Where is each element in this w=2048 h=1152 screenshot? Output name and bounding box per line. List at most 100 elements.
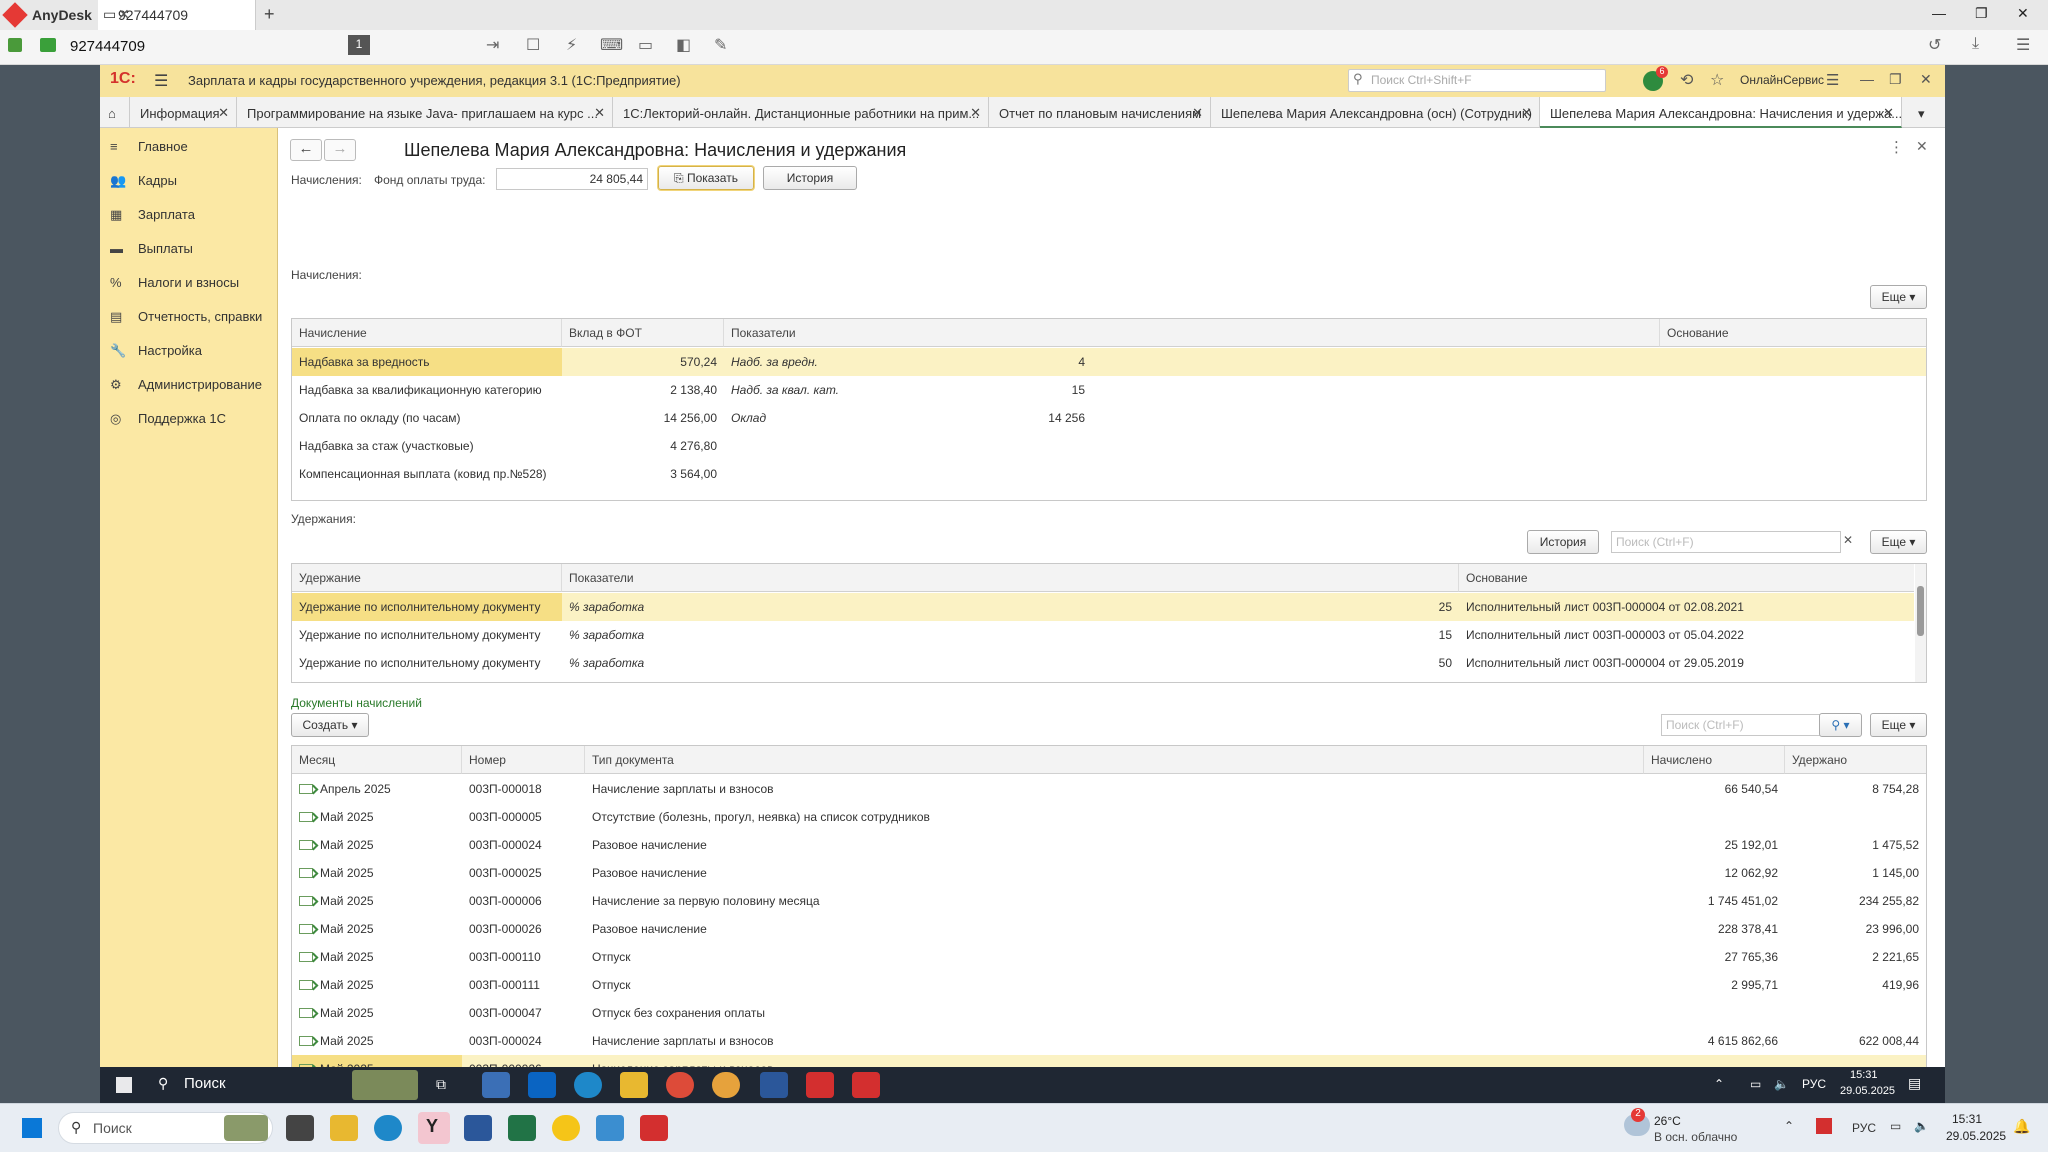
global-search-input[interactable]: Поиск Ctrl+Shift+F (1348, 69, 1606, 92)
network-icon[interactable]: ▭ (1890, 1119, 1901, 1133)
col-header[interactable]: Удержание (292, 564, 562, 592)
volume-icon[interactable]: 🔈 (1914, 1119, 1929, 1133)
back-arrow-icon[interactable]: ← (290, 139, 322, 161)
col-header[interactable]: Удержано (1785, 746, 1926, 774)
more-button[interactable]: Еще ▾ (1870, 285, 1927, 309)
taskbar-search[interactable]: Поиск (184, 1075, 226, 1092)
folder-icon[interactable] (330, 1115, 358, 1141)
download-icon[interactable]: ⤓ (1972, 35, 1979, 53)
col-header[interactable]: Основание (1459, 564, 1914, 592)
table-row[interactable]: Удержание по исполнительному документу % … (292, 621, 1914, 649)
more-button-2[interactable]: Еще ▾ (1870, 530, 1927, 554)
taskbar-widget-image[interactable] (352, 1070, 418, 1100)
onec-app-icon[interactable] (712, 1072, 740, 1098)
fot-value-field[interactable]: 24 805,44 (496, 168, 648, 190)
tray-chevron-icon[interactable]: ⌃ (1784, 1119, 1794, 1133)
file-transfer-icon[interactable]: ⇥ (486, 35, 499, 55)
minimize-icon[interactable]: — (1860, 71, 1874, 87)
close-icon[interactable]: ✕ (1920, 71, 1932, 88)
onec-menu-icon[interactable]: ☰ (154, 71, 168, 91)
online-service-link[interactable]: ОнлайнСервис (1740, 73, 1824, 87)
table-row[interactable]: Май 2025 003П-000006 Начисление за первую … (292, 887, 1926, 915)
clear-search-icon[interactable]: ✕ (1843, 533, 1853, 547)
close-tab-icon[interactable]: ✕ (594, 105, 605, 121)
search-options-button[interactable]: ⚲ ▾ (1819, 713, 1862, 737)
history-icon[interactable]: ↺ (1928, 35, 1941, 55)
create-button[interactable]: Создать ▾ (291, 713, 369, 737)
history-button[interactable]: История (763, 166, 857, 190)
display-icon[interactable]: ▭ (638, 35, 653, 55)
table-row[interactable]: Надбавка за квалификационную категорию 2 … (292, 376, 1926, 404)
menu-icon[interactable]: ☰ (2016, 35, 2030, 55)
close-icon[interactable]: ✕ (2017, 5, 2029, 22)
notifications-bell-icon[interactable]: 🔔 (2013, 1118, 2030, 1135)
folder-icon[interactable] (620, 1072, 648, 1098)
sidebar-item-salary[interactable]: ▦ Зарплата (110, 207, 195, 237)
keyboard-icon[interactable]: ⌨ (600, 35, 623, 55)
table-row[interactable]: Май 2025 003П-000025 Разовое начисление 12 … (292, 859, 1926, 887)
remote-desktop-icon[interactable] (596, 1115, 624, 1141)
table-row[interactable]: Апрель 2025 003П-000018 Начисление зарплат… (292, 775, 1926, 803)
anydesk-tray-icon[interactable] (1816, 1118, 1832, 1134)
col-header[interactable]: Показатели (724, 319, 1660, 347)
tab-employee[interactable]: Шепелева Мария Александровна (осн) (Сотр… (1211, 97, 1540, 128)
close-tab-icon[interactable]: ✕ (118, 6, 247, 23)
scrollbar-thumb[interactable] (1917, 586, 1924, 636)
tab-planned-report[interactable]: Отчет по плановым начислениям ✕ (989, 97, 1211, 128)
clock-date[interactable]: 29.05.2025 (1946, 1129, 2006, 1143)
show-button[interactable]: ⎘ Показать (658, 166, 754, 190)
pen-icon[interactable]: ✎ (714, 35, 727, 55)
minimize-icon[interactable]: — (1932, 5, 1946, 21)
more-vert-icon[interactable]: ⋮ (1889, 138, 1904, 156)
chrome-icon[interactable] (666, 1072, 694, 1098)
windows-start-icon[interactable] (116, 1077, 132, 1093)
edge-icon[interactable] (374, 1115, 402, 1141)
tab-information[interactable]: Информация ✕ (130, 97, 237, 128)
deductions-search-input[interactable]: Поиск (Ctrl+F) (1611, 531, 1841, 553)
documents-link[interactable]: Документы начислений (291, 696, 422, 710)
col-header[interactable]: Показатели (562, 564, 1459, 592)
chat-icon[interactable]: ☐ (526, 35, 540, 55)
sidebar-item-support[interactable]: ◎ Поддержка 1С (110, 411, 226, 441)
col-header[interactable]: Тип документа (585, 746, 1644, 774)
address-field[interactable]: 927444709 (70, 38, 145, 55)
network-icon[interactable]: ▭ (1750, 1077, 1761, 1091)
sidebar-item-reports[interactable]: ▤ Отчетность, справки (110, 309, 262, 339)
table-row[interactable]: Оплата по окладу (по часам) 14 256,00 Окла… (292, 404, 1926, 432)
restore-icon[interactable]: ❐ (1889, 71, 1902, 88)
documents-search-input[interactable]: Поиск (Ctrl+F) (1661, 714, 1841, 736)
word-icon[interactable] (464, 1115, 492, 1141)
task-view-icon[interactable]: ⧉ (432, 1072, 460, 1098)
close-tab-icon[interactable]: ✕ (1883, 105, 1894, 121)
tray-chevron-icon[interactable]: ⌃ (1714, 1077, 1724, 1091)
tab-accruals-deductions[interactable]: Шепелева Мария Александровна: Начисления… (1540, 97, 1902, 128)
forward-arrow-icon[interactable]: → (324, 139, 356, 161)
table-row[interactable]: Удержание по исполнительному документу % … (292, 593, 1914, 621)
col-header[interactable]: Начислено (1644, 746, 1785, 774)
col-header[interactable]: Вклад в ФОТ (562, 319, 724, 347)
table-row[interactable]: Май 2025 003П-000024 Начисление зарплаты и… (292, 1027, 1926, 1055)
table-row[interactable]: Надбавка за стаж (участковые) 4 276,80 (292, 432, 1926, 460)
clock-time[interactable]: 15:31 (1952, 1112, 1982, 1126)
table-row[interactable]: Май 2025 003П-000005 Отсутствие (болезнь, … (292, 803, 1926, 831)
close-form-icon[interactable]: ✕ (1916, 138, 1928, 155)
sidebar-item-admin[interactable]: ⚙ Администрирование (110, 377, 262, 407)
sidebar-item-settings[interactable]: 🔧 Настройка (110, 343, 202, 373)
table-row[interactable]: Май 2025 003П-000111 Отпуск 2 995,71 419,96 (292, 971, 1926, 999)
weather-temp[interactable]: 26°C (1654, 1114, 1681, 1128)
table-row[interactable]: Май 2025 003П-000026 Разовое начисление 228… (292, 915, 1926, 943)
col-header[interactable]: Начисление (292, 319, 562, 347)
close-tab-icon[interactable]: ✕ (970, 105, 981, 121)
clock-time[interactable]: 15:31 (1850, 1069, 1878, 1081)
anydesk-taskbar-icon-2[interactable] (852, 1072, 880, 1098)
windows-start-icon[interactable] (22, 1118, 42, 1138)
display-1-icon[interactable]: 1 (348, 35, 370, 55)
language-indicator[interactable]: РУС (1802, 1077, 1826, 1091)
close-tab-icon[interactable]: ✕ (218, 105, 229, 121)
col-header[interactable]: Месяц (292, 746, 462, 774)
table-row[interactable]: Компенсационная выплата (ковид пр.№528) 3… (292, 460, 1926, 488)
tabs-dropdown-icon[interactable]: ▾ (1902, 97, 1945, 128)
word-icon[interactable] (760, 1072, 788, 1098)
excel-icon[interactable] (508, 1115, 536, 1141)
anydesk-taskbar-icon[interactable] (806, 1072, 834, 1098)
